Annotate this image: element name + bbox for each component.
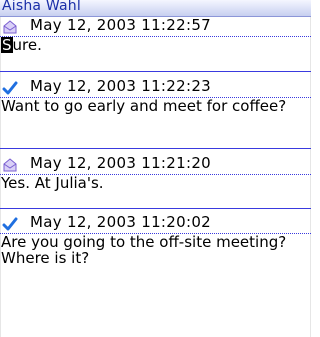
message-separator (0, 208, 311, 209)
message-separator (0, 148, 311, 149)
opened-envelope-icon (3, 20, 17, 34)
sent-check-icon (2, 217, 18, 231)
message-timestamp: May 12, 2003 11:22:57 (30, 16, 212, 34)
message-header: May 12, 2003 11:21:20 (0, 154, 311, 175)
message-body[interactable]: Are you going to the off-site meeting? W… (0, 234, 301, 266)
message-item[interactable]: May 12, 2003 11:20:02 Are you going to t… (0, 213, 311, 266)
message-timestamp: May 12, 2003 11:20:02 (30, 213, 212, 231)
sent-check-icon (2, 81, 18, 95)
message-body[interactable]: Yes. At Julia's. (0, 175, 301, 191)
message-timestamp: May 12, 2003 11:22:23 (30, 77, 212, 95)
message-body[interactable]: Want to go early and meet for coffee? (0, 98, 301, 114)
message-item[interactable]: May 12, 2003 11:22:57 Sure. (0, 16, 311, 53)
message-header: May 12, 2003 11:22:23 (0, 77, 311, 98)
message-item[interactable]: May 12, 2003 11:21:20 Yes. At Julia's. (0, 154, 311, 191)
title-bar: Aisha Wahl (0, 0, 311, 17)
contact-name: Aisha Wahl (2, 0, 81, 14)
opened-envelope-icon (3, 158, 17, 172)
message-header: May 12, 2003 11:22:57 (0, 16, 311, 37)
message-timestamp: May 12, 2003 11:21:20 (30, 154, 212, 172)
message-body[interactable]: Sure. (0, 37, 301, 53)
message-separator (0, 71, 311, 72)
message-thread-screen: Aisha Wahl May 12, 2003 11:22:57 Sure. M… (0, 0, 311, 337)
text-cursor: S (1, 36, 13, 54)
message-item[interactable]: May 12, 2003 11:22:23 Want to go early a… (0, 77, 311, 114)
message-text: ure. (12, 36, 42, 54)
message-header: May 12, 2003 11:20:02 (0, 213, 311, 234)
